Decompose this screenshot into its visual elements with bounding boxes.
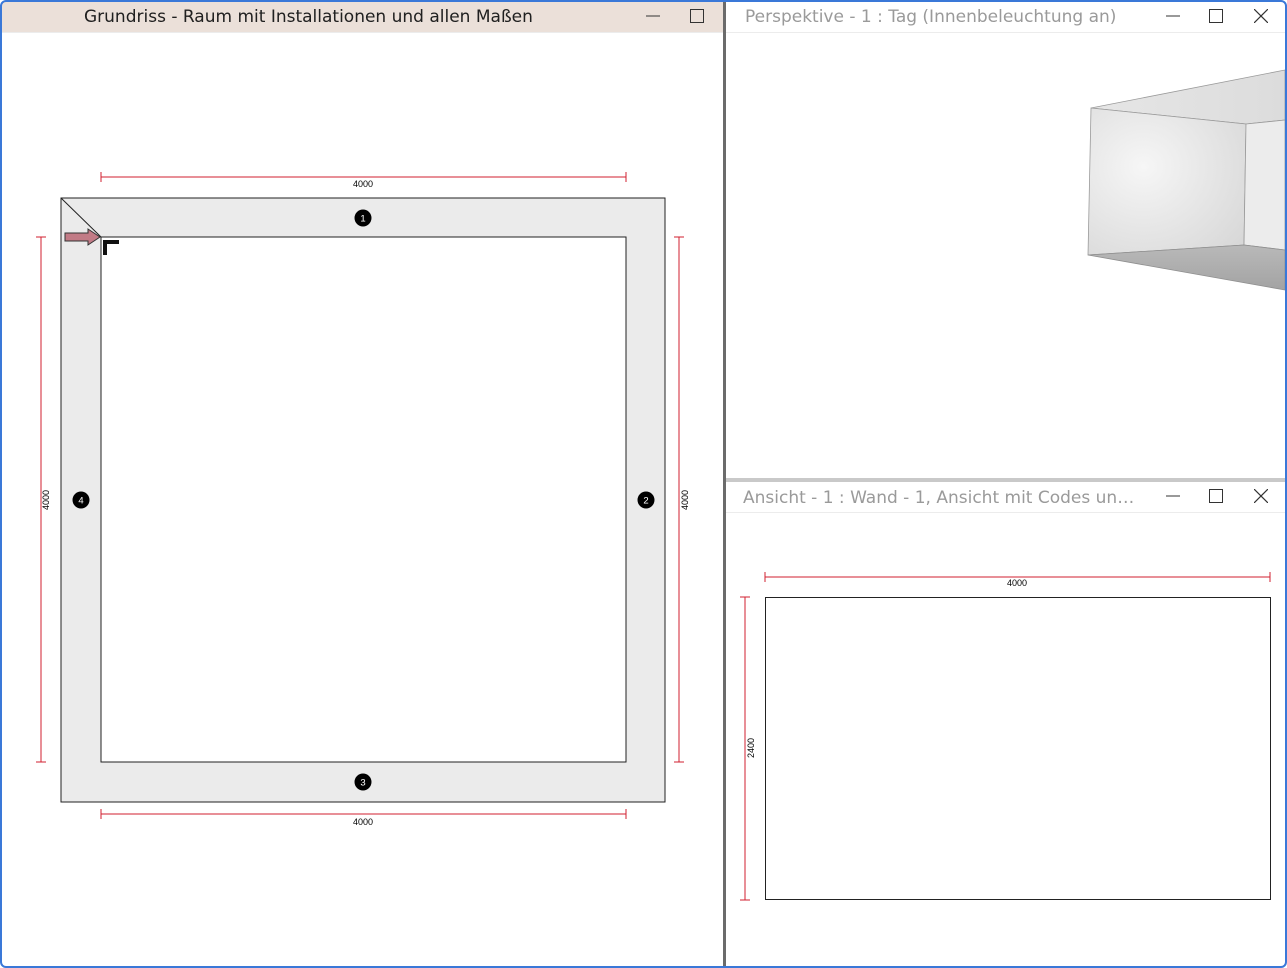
elevation-dimension-width[interactable]: 4000: [764, 572, 1271, 588]
perspective-window[interactable]: Perspektive - 1 : Tag (Innenbeleuchtung …: [726, 2, 1285, 478]
wall-marker-1[interactable]: 1: [354, 209, 372, 227]
wall-marker-1-label: 1: [360, 214, 365, 225]
elevation-window[interactable]: Ansicht - 1 : Wand - 1, Ansicht mit Code…: [726, 482, 1285, 966]
wall-marker-2[interactable]: 2: [637, 491, 655, 509]
room-side-wall: [1243, 119, 1285, 251]
wall-marker-4[interactable]: 4: [72, 491, 90, 509]
room-interior[interactable]: [100, 236, 627, 763]
floor-plan-window[interactable]: Grundriss - Raum mit Installationen und …: [2, 2, 723, 966]
dimension-bottom-label: 4000: [353, 817, 373, 827]
elevation-dimension-width-label: 4000: [1007, 578, 1027, 588]
elevation-dimension-height[interactable]: 2400: [740, 596, 756, 901]
wall-marker-3[interactable]: 3: [354, 773, 372, 791]
dimension-top[interactable]: 4000: [100, 172, 627, 189]
dimension-bottom[interactable]: 4000: [100, 809, 627, 827]
dimension-right[interactable]: 4000: [674, 236, 690, 763]
wall-marker-3-label: 3: [360, 778, 365, 789]
dimension-left[interactable]: 4000: [36, 236, 51, 763]
elevation-wall[interactable]: [765, 597, 1271, 900]
dimension-left-label: 4000: [41, 490, 51, 510]
dimension-right-label: 4000: [680, 490, 690, 510]
elevation-dimension-height-label: 2400: [746, 738, 756, 758]
floor-plan-canvas[interactable]: 4000 4000 4000 4000 1 2 3 4: [2, 2, 723, 966]
wall-marker-4-label: 4: [78, 496, 83, 507]
dimension-top-label: 4000: [353, 179, 373, 189]
elevation-canvas[interactable]: 4000 2400: [726, 482, 1285, 966]
room-back-wall: [1087, 107, 1247, 256]
perspective-canvas[interactable]: [726, 2, 1285, 478]
wall-marker-2-label: 2: [643, 496, 648, 507]
